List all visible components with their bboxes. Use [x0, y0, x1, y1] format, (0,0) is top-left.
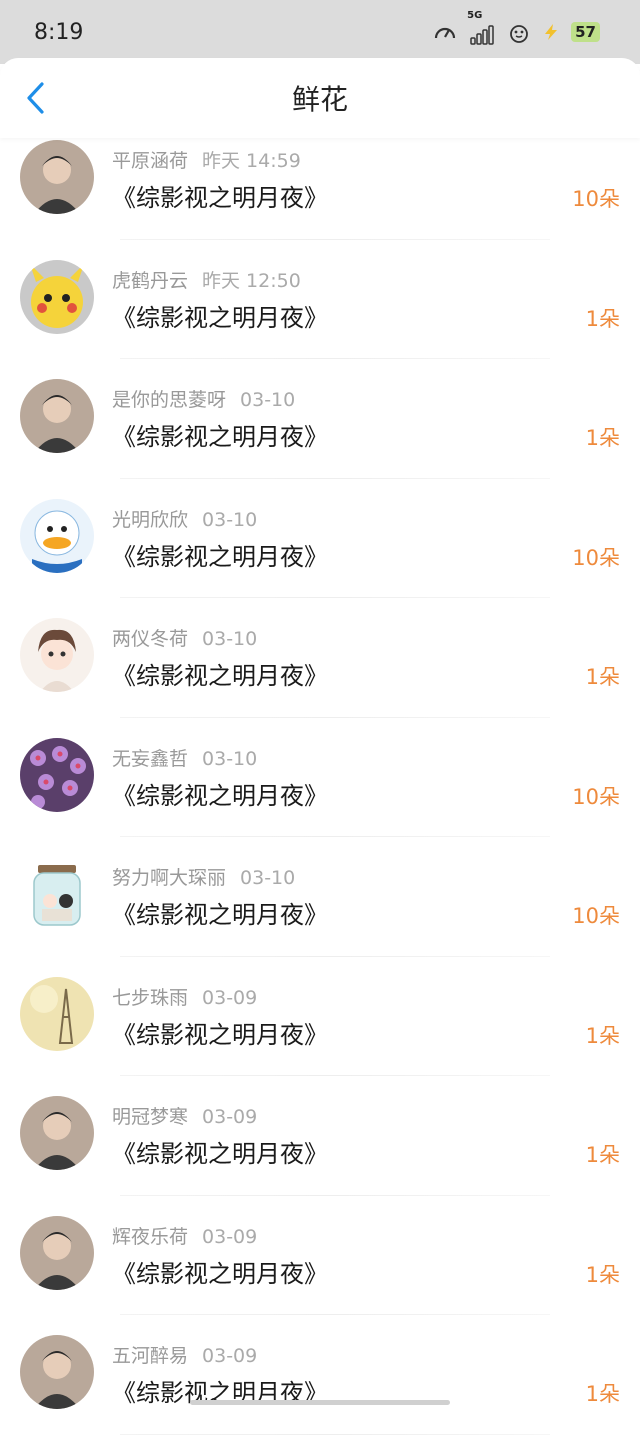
- username[interactable]: 七步珠雨: [112, 987, 188, 1009]
- username[interactable]: 明冠梦寒: [112, 1106, 188, 1128]
- list-item[interactable]: 两仪冬荷 03-10 《综影视之明月夜》 1朵: [0, 598, 640, 718]
- avatar[interactable]: [20, 259, 94, 334]
- username[interactable]: 无妄鑫哲: [112, 748, 188, 770]
- work-title[interactable]: 《综影视之明月夜》: [112, 656, 328, 691]
- avatar[interactable]: [20, 1215, 94, 1290]
- work-title[interactable]: 《综影视之明月夜》: [112, 298, 328, 333]
- timestamp: 03-10: [240, 867, 296, 889]
- work-title[interactable]: 《综影视之明月夜》: [112, 537, 328, 572]
- work-title[interactable]: 《综影视之明月夜》: [112, 1134, 328, 1169]
- flower-count: 10朵: [572, 784, 620, 809]
- item-meta: 两仪冬荷 03-10: [112, 624, 257, 651]
- timestamp: 03-10: [240, 389, 296, 411]
- list-item[interactable]: 七步珠雨 03-09 《综影视之明月夜》 1朵: [0, 957, 640, 1076]
- battery-icon: 57: [571, 22, 600, 42]
- nav-bar: 鲜花: [0, 58, 640, 138]
- status-time: 8:19: [34, 19, 84, 45]
- avatar[interactable]: [20, 140, 94, 214]
- flower-count: 1朵: [585, 426, 620, 450]
- flower-count: 1朵: [585, 1262, 620, 1287]
- timestamp: 03-10: [202, 508, 258, 531]
- avatar[interactable]: [20, 1096, 94, 1170]
- username[interactable]: 虎鹤丹云: [112, 270, 188, 292]
- avatar[interactable]: [20, 737, 94, 812]
- avatar[interactable]: [20, 379, 94, 453]
- username[interactable]: 平原涵荷: [112, 150, 188, 172]
- back-button[interactable]: [18, 80, 54, 116]
- page-title: 鲜花: [291, 83, 348, 116]
- timestamp: 03-09: [202, 1106, 258, 1128]
- avatar[interactable]: [20, 1335, 94, 1409]
- item-meta: 平原涵荷 昨天 14:59: [112, 146, 301, 173]
- timestamp: 03-10: [202, 628, 258, 650]
- avatar[interactable]: [20, 498, 94, 573]
- list-item[interactable]: 五河醉易 03-09 《综影视之明月夜》 1朵: [0, 1315, 640, 1435]
- divider: [120, 1433, 550, 1435]
- username[interactable]: 辉夜乐荷: [112, 1226, 188, 1248]
- gift-list: 平原涵荷 昨天 14:59 《综影视之明月夜》 10朵 虎鹤丹云 昨天 12:50 《综影视…: [0, 120, 640, 1435]
- back-chevron-icon: [27, 82, 44, 114]
- list-item[interactable]: 明冠梦寒 03-09 《综影视之明月夜》 1朵: [0, 1076, 640, 1196]
- work-title[interactable]: 《综影视之明月夜》: [112, 1015, 328, 1050]
- status-bar: 8:19 5G 57: [0, 0, 640, 64]
- wifi-icon: [507, 20, 531, 44]
- username[interactable]: 努力啊大琛丽: [112, 867, 226, 889]
- item-meta: 是你的思菱呀 03-10: [112, 385, 295, 412]
- list-item[interactable]: 虎鹤丹云 昨天 12:50 《综影视之明月夜》 1朵: [0, 240, 640, 359]
- avatar[interactable]: [20, 857, 94, 931]
- flower-count: 10朵: [572, 545, 620, 570]
- work-title[interactable]: 《综影视之明月夜》: [112, 178, 328, 213]
- avatar[interactable]: [20, 618, 94, 692]
- timestamp: 昨天 14:59: [202, 150, 301, 172]
- timestamp: 03-09: [202, 986, 258, 1009]
- flower-count: 1朵: [585, 665, 620, 689]
- list-item[interactable]: 光明欣欣 03-10 《综影视之明月夜》 10朵: [0, 479, 640, 598]
- flower-count: 10朵: [572, 187, 620, 211]
- item-meta: 七步珠雨 03-09: [112, 983, 257, 1010]
- speed-icon: [433, 21, 457, 43]
- signal-icon: 5G: [467, 10, 497, 46]
- flower-count: 1朵: [585, 1143, 620, 1167]
- item-meta: 五河醉易 03-09: [112, 1341, 257, 1368]
- item-meta: 明冠梦寒 03-09: [112, 1102, 257, 1129]
- item-meta: 光明欣欣 03-10: [112, 505, 257, 532]
- list-item[interactable]: 无妄鑫哲 03-10 《综影视之明月夜》 10朵: [0, 718, 640, 837]
- item-meta: 无妄鑫哲 03-10: [112, 744, 257, 771]
- timestamp: 昨天 12:50: [202, 269, 301, 292]
- timestamp: 03-10: [202, 747, 258, 770]
- work-title[interactable]: 《综影视之明月夜》: [112, 1254, 328, 1289]
- list-item[interactable]: 是你的思菱呀 03-10 《综影视之明月夜》 1朵: [0, 359, 640, 479]
- timestamp: 03-09: [202, 1225, 258, 1248]
- item-meta: 努力啊大琛丽 03-10: [112, 863, 295, 890]
- home-indicator: [190, 1400, 450, 1405]
- flower-count: 1朵: [585, 306, 620, 331]
- username[interactable]: 光明欣欣: [112, 509, 188, 531]
- list-item[interactable]: 努力啊大琛丽 03-10 《综影视之明月夜》 10朵: [0, 837, 640, 957]
- charging-icon: [541, 22, 561, 42]
- list-item[interactable]: 辉夜乐荷 03-09 《综影视之明月夜》 1朵: [0, 1196, 640, 1315]
- work-title[interactable]: 《综影视之明月夜》: [112, 895, 328, 930]
- timestamp: 03-09: [202, 1345, 258, 1367]
- username[interactable]: 是你的思菱呀: [112, 389, 226, 411]
- item-meta: 虎鹤丹云 昨天 12:50: [112, 266, 301, 293]
- username[interactable]: 两仪冬荷: [112, 628, 188, 650]
- status-icons: 5G 57: [433, 10, 600, 46]
- work-title[interactable]: 《综影视之明月夜》: [112, 417, 328, 452]
- item-meta: 辉夜乐荷 03-09: [112, 1222, 257, 1249]
- avatar[interactable]: [20, 976, 94, 1051]
- flower-count: 10朵: [572, 904, 620, 928]
- flower-count: 1朵: [585, 1382, 620, 1406]
- username[interactable]: 五河醉易: [112, 1345, 188, 1367]
- work-title[interactable]: 《综影视之明月夜》: [112, 776, 328, 811]
- network-label: 5G: [467, 10, 483, 21]
- flower-count: 1朵: [585, 1023, 620, 1048]
